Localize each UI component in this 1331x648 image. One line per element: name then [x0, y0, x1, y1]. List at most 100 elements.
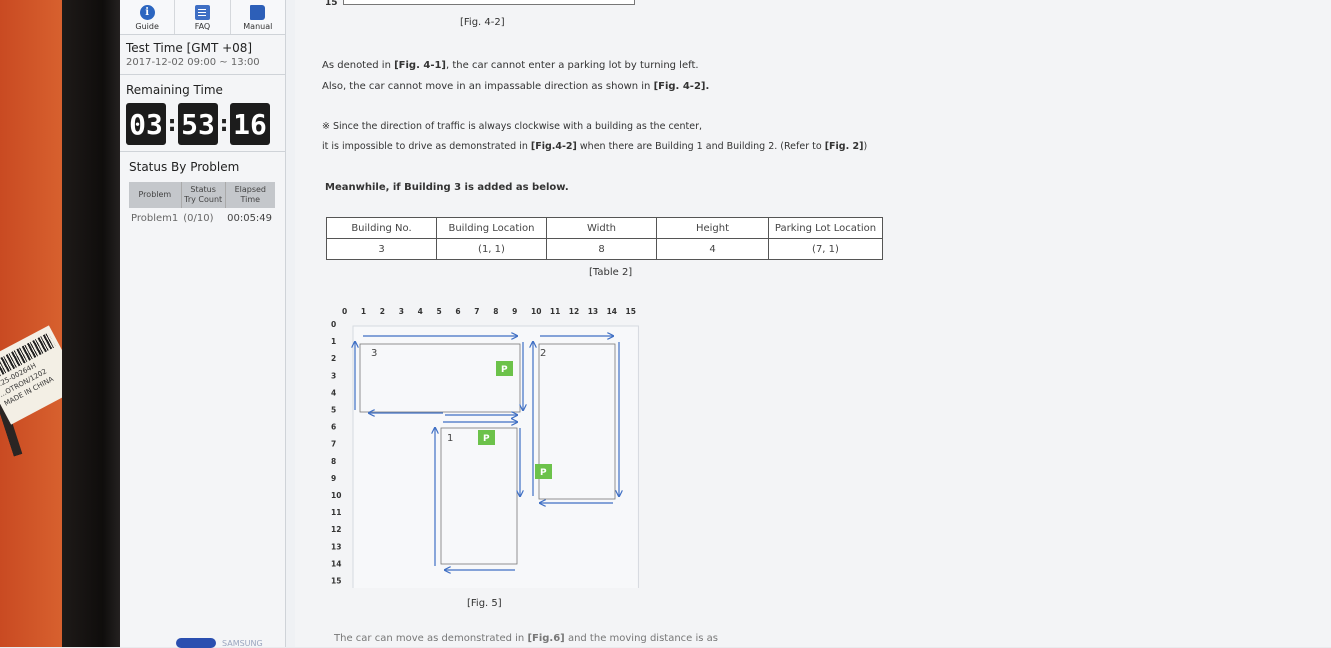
x-tick-label: 11 — [550, 307, 560, 316]
y-tick-label: 12 — [331, 525, 341, 534]
bottom-text-end: and the moving distance is as — [564, 633, 719, 644]
note2-reference: [Fig.4-2] — [530, 141, 577, 152]
countdown-timer: 03 : 53 : 16 — [126, 103, 279, 145]
status-section: Status By Problem Problem Status Try Cou… — [120, 152, 285, 235]
manual-label: Manual — [243, 22, 273, 31]
col-building-no: Building No. — [326, 217, 437, 239]
x-tick-label: 7 — [474, 307, 479, 316]
building-1-label: 1 — [447, 433, 453, 444]
y-tick-label: 6 — [331, 423, 336, 432]
bottom-text-line: The car can move as demonstrated in [Fig… — [334, 633, 718, 644]
para2-text: Also, the car cannot move in an impassab… — [322, 81, 654, 92]
x-tick-label: 5 — [437, 307, 442, 316]
guide-button[interactable]: i Guide — [120, 0, 176, 34]
y-tick-label: 3 — [331, 371, 336, 380]
paragraph-1: As denoted in [Fig. 4-1], the car cannot… — [322, 60, 699, 71]
x-tick-label: 10 — [531, 307, 541, 316]
para1-text-end: , the car cannot enter a parking lot by … — [446, 60, 699, 71]
faq-button[interactable]: FAQ — [175, 0, 231, 34]
buildings-table: Building No. Building Location Width Hei… — [326, 217, 883, 260]
meanwhile-text: Meanwhile, if Building 3 is added as bel… — [325, 182, 569, 193]
building-3-label: 3 — [371, 348, 377, 359]
x-tick-label: 14 — [607, 307, 617, 316]
y-tick-label: 9 — [331, 474, 336, 483]
fig5-grid — [352, 325, 639, 588]
timer-minutes: 53 — [178, 103, 218, 145]
x-tick-label: 1 — [361, 307, 366, 316]
x-tick-label: 8 — [493, 307, 498, 316]
parking-label: P — [483, 434, 490, 444]
x-tick-label: 3 — [399, 307, 404, 316]
timer-hours: 03 — [126, 103, 166, 145]
y-tick-label: 2 — [331, 354, 336, 363]
timer-separator: : — [167, 111, 177, 137]
status-header-line2: Try Count — [184, 195, 223, 204]
previous-figure-edge — [343, 0, 635, 5]
sidebar-toolbar: i Guide FAQ Manual — [120, 0, 285, 35]
para1-text: As denoted in — [322, 60, 395, 71]
building-2-label: 2 — [540, 348, 546, 359]
note2-text-end: ) — [863, 141, 868, 152]
status-table: Problem Status Try Count Elapsed Time Pr… — [129, 182, 275, 229]
x-tick-label: 4 — [418, 307, 423, 316]
problem-row[interactable]: Problem1 (0/10) 00:05:49 — [129, 208, 275, 229]
x-tick-label: 2 — [380, 307, 385, 316]
timer-seconds: 16 — [230, 103, 270, 145]
book-icon — [250, 5, 266, 20]
fig42-caption: [Fig. 4-2] — [460, 17, 505, 28]
problem-elapsed: 00:05:49 — [227, 213, 273, 224]
remaining-time-section: Remaining Time 03 : 53 : 16 — [120, 75, 285, 152]
parking-label: P — [501, 365, 508, 375]
manual-button[interactable]: Manual — [231, 0, 285, 34]
bottom-reference: [Fig.6] — [527, 633, 565, 644]
note2-text-mid: when there are Building 1 and Building 2… — [576, 141, 825, 152]
col-parking-location: Parking Lot Location — [768, 217, 883, 239]
status-header-row: Problem Status Try Count Elapsed Time — [129, 182, 275, 208]
status-header-line1: Status — [190, 185, 216, 194]
y-tick-label: 0 — [331, 320, 336, 329]
para1-reference: [Fig. 4-1] — [394, 60, 446, 71]
y-tick-label: 11 — [331, 508, 341, 517]
cell-width: 8 — [546, 238, 657, 260]
brand-text: SAMSUNG — [222, 638, 263, 648]
x-tick-label: 6 — [455, 307, 460, 316]
fig5-canvas — [352, 325, 639, 588]
status-by-problem-label: Status By Problem — [129, 160, 240, 174]
cell-height: 4 — [656, 238, 769, 260]
screen: i Guide FAQ Manual Test Time [GMT +08] 2… — [120, 0, 1331, 648]
y-tick-label: 13 — [331, 542, 341, 551]
y-tick-label: 10 — [331, 491, 341, 500]
problem-content: 15 [Fig. 4-2] As denoted in [Fig. 4-1], … — [295, 0, 1331, 647]
timer-separator: : — [219, 111, 229, 137]
note-line-1: ※ Since the direction of traffic is alwa… — [322, 121, 703, 132]
x-tick-label: 9 — [512, 307, 517, 316]
table-header-row: Building No. Building Location Width Hei… — [326, 217, 883, 239]
x-tick-label: 15 — [626, 307, 636, 316]
y-tick-label: 5 — [331, 406, 336, 415]
y-tick-label: 1 — [331, 337, 336, 346]
bottom-text: The car can move as demonstrated in — [334, 633, 528, 644]
y-tick-label: 4 — [331, 388, 336, 397]
paragraph-2: Also, the car cannot move in an impassab… — [322, 81, 709, 92]
fig5-caption: [Fig. 5] — [467, 598, 502, 609]
parking-label: P — [540, 468, 547, 478]
note2-text: it is impossible to drive as demonstrate… — [322, 141, 531, 152]
cell-building-location: (1, 1) — [436, 238, 547, 260]
y-tick-label: 7 — [331, 440, 336, 449]
y-tick-label: 14 — [331, 559, 341, 568]
x-tick-label: 12 — [569, 307, 579, 316]
note-line-2: it is impossible to drive as demonstrate… — [322, 141, 867, 152]
problem-name[interactable]: Problem1 — [129, 208, 181, 229]
note2-reference-2: [Fig. 2] — [824, 141, 864, 152]
x-tick-label: 0 — [342, 307, 347, 316]
problem-header: Problem — [129, 182, 182, 208]
test-time-section: Test Time [GMT +08] 2017-12-02 09:00 ~ 1… — [120, 35, 285, 75]
monitor-bezel — [62, 0, 120, 647]
fig5-y-ticks: 0123456789101112131415 — [331, 320, 341, 586]
y-tick-label: 15 — [331, 577, 341, 586]
remaining-time-label: Remaining Time — [126, 83, 223, 97]
guide-label: Guide — [135, 22, 159, 31]
col-building-location: Building Location — [436, 217, 547, 239]
elapsed-header-line2: Time — [240, 195, 261, 204]
problem-tries: (0/10) — [183, 213, 214, 224]
